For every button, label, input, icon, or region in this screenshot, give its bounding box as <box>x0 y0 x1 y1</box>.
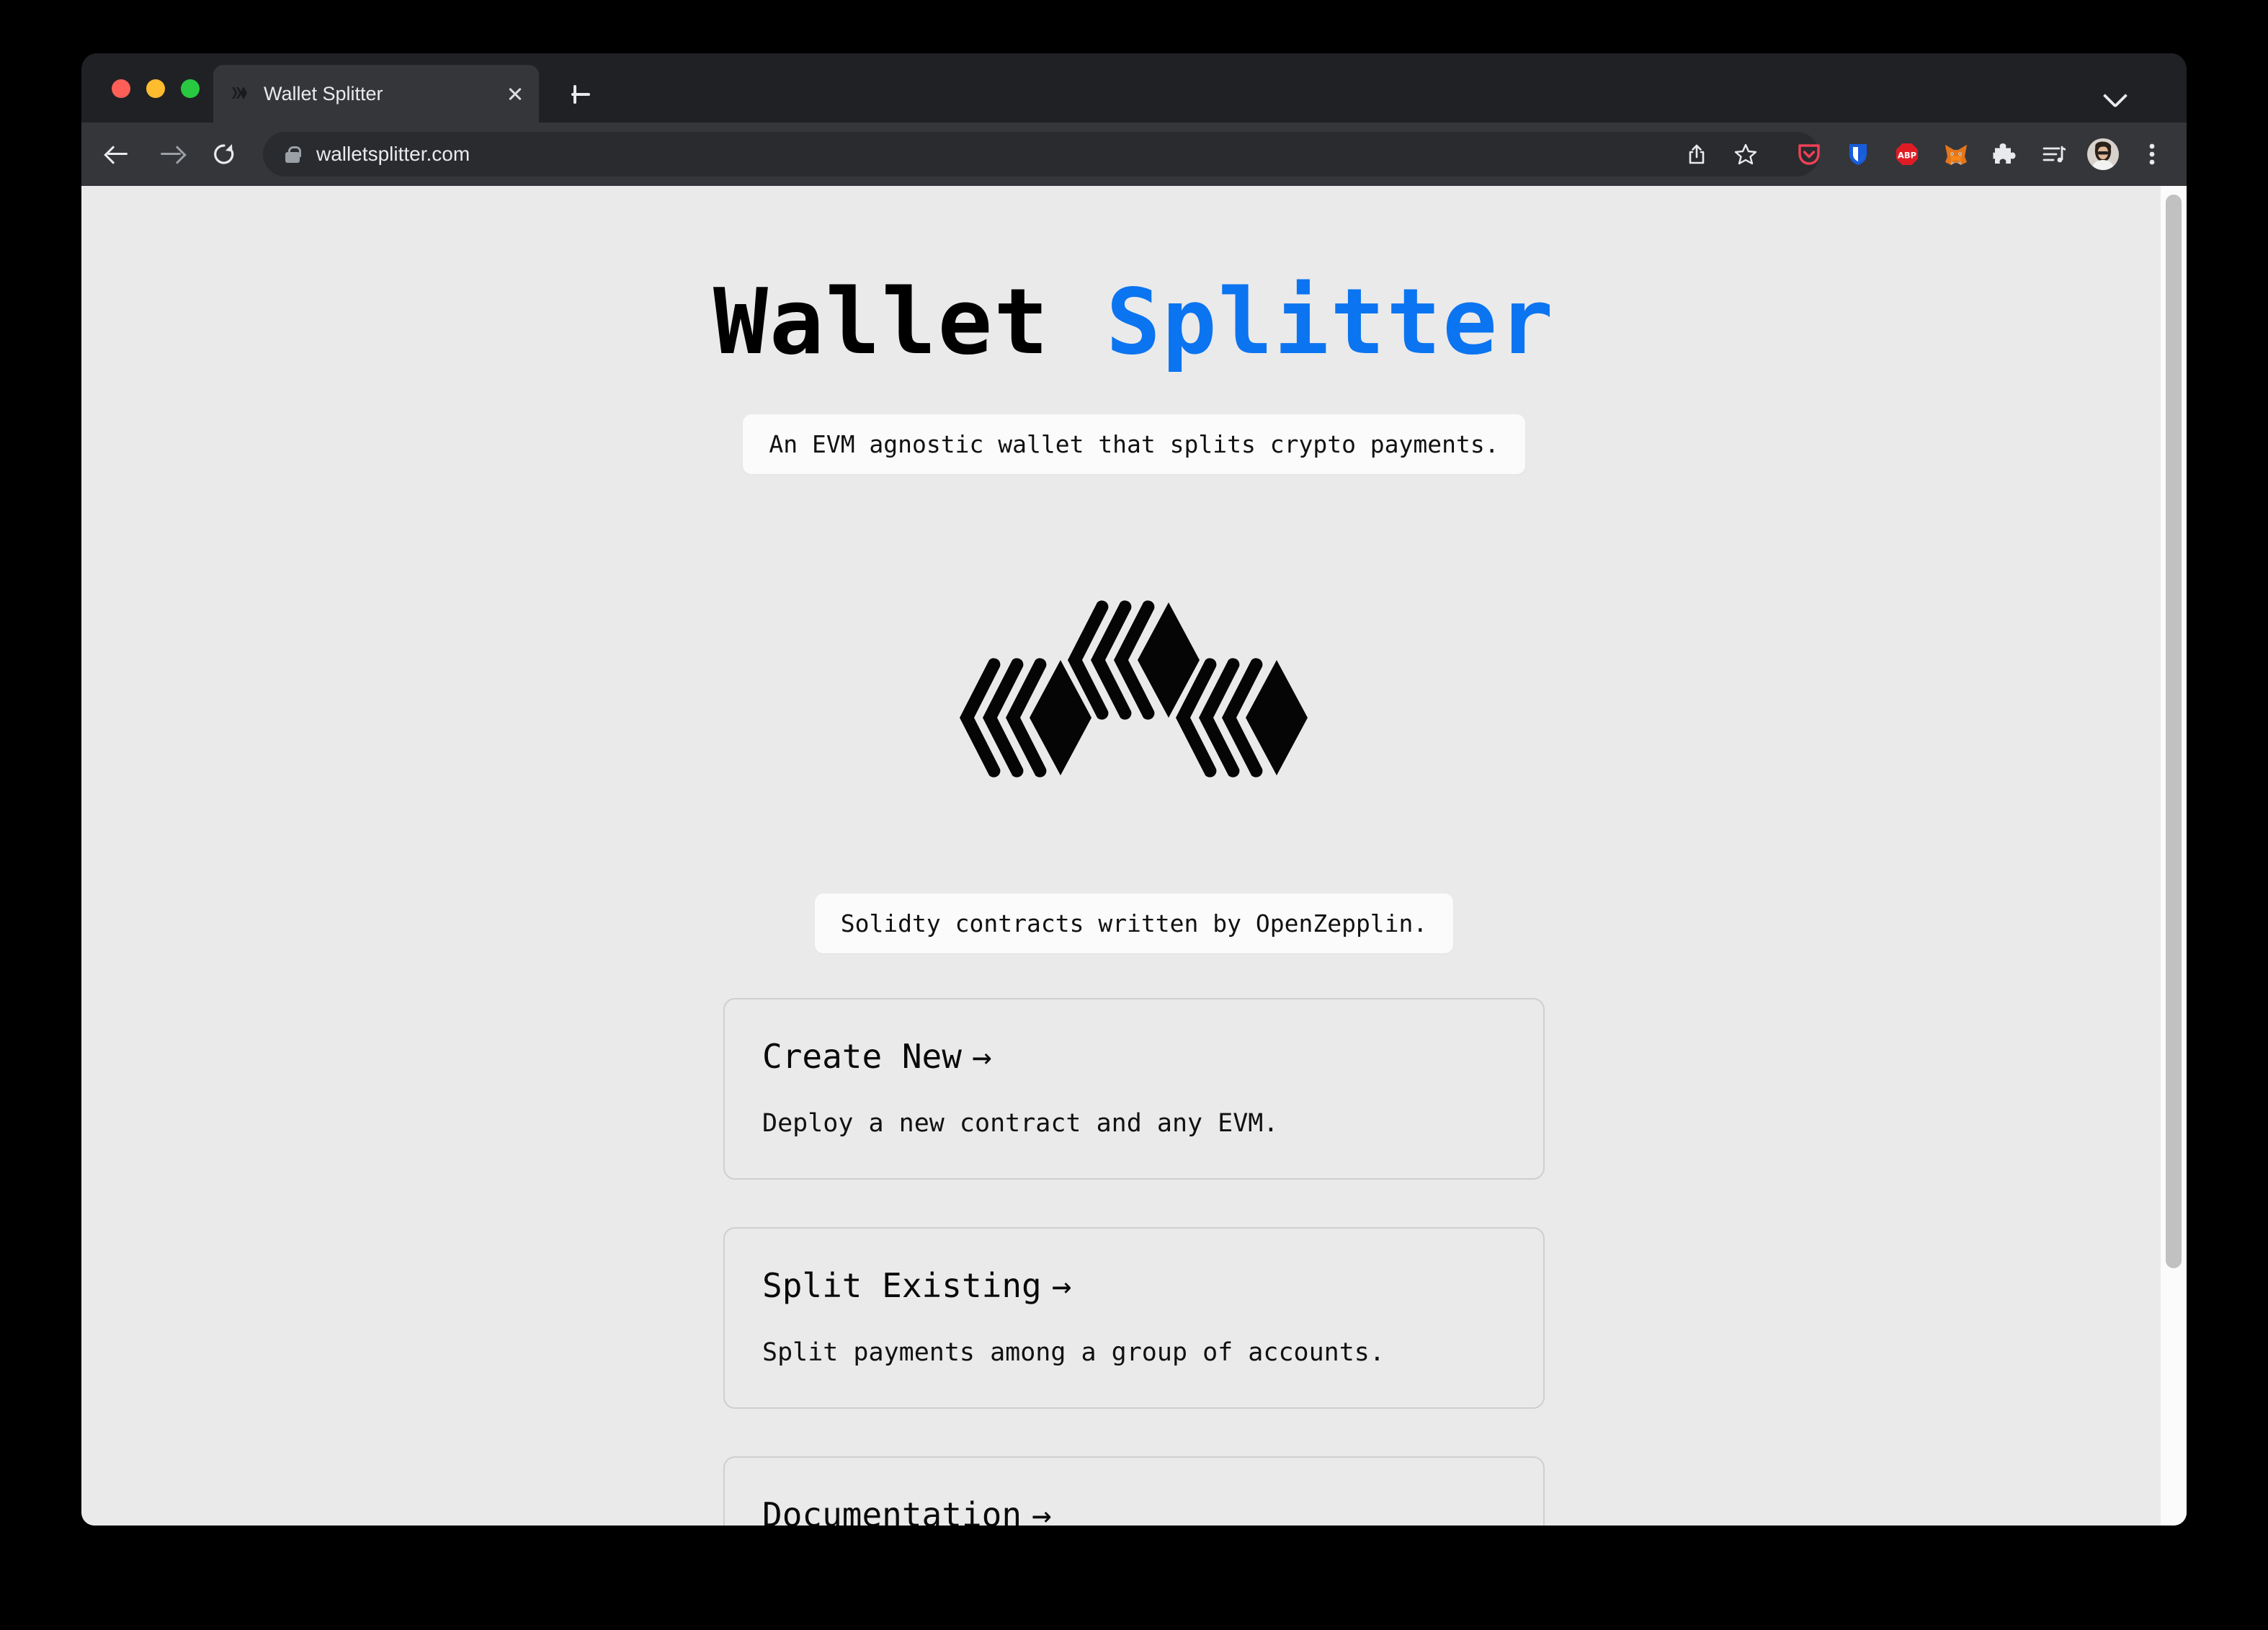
card-title-text: Create New <box>762 1036 962 1076</box>
new-tab-button[interactable] <box>566 79 596 110</box>
card-title: Create New → <box>762 1037 1506 1076</box>
page-title-primary: Wallet <box>713 269 1050 375</box>
back-button[interactable] <box>100 137 135 172</box>
card-documentation[interactable]: Documentation → <box>723 1456 1545 1526</box>
browser-tab[interactable]: Wallet Splitter <box>213 65 539 123</box>
avatar[interactable] <box>2083 134 2123 174</box>
share-bookmark-group <box>1668 133 1774 176</box>
page-title: Wallet Splitter <box>713 272 1555 373</box>
wallet-splitter-favicon <box>229 83 251 104</box>
tab-title: Wallet Splitter <box>264 82 383 104</box>
card-title: Documentation → <box>762 1495 1506 1526</box>
adblock-plus-extension-icon[interactable]: ABP <box>1887 134 1927 174</box>
card-title: Split Existing → <box>762 1266 1506 1305</box>
lock-icon <box>283 143 302 165</box>
card-create-new[interactable]: Create New → Deploy a new contract and an… <box>723 997 1545 1180</box>
bitwarden-extension-icon[interactable] <box>1838 134 1878 174</box>
page-title-accent: Splitter <box>1106 269 1555 375</box>
window-close-button[interactable] <box>112 79 130 98</box>
browser-toolbar: walletsplitter.com ABP <box>81 123 2187 186</box>
arrow-right-icon: → <box>1032 1495 1052 1526</box>
forward-button[interactable] <box>153 137 188 172</box>
reload-button[interactable] <box>207 137 241 172</box>
metamask-extension-icon[interactable] <box>1936 134 1976 174</box>
arrow-right-icon: → <box>971 1036 992 1076</box>
tab-close-icon[interactable] <box>503 81 527 106</box>
page-viewport: Wallet Splitter An EVM agnostic wallet t… <box>81 186 2187 1526</box>
wallet-splitter-logo <box>932 553 1336 813</box>
url-text: walletsplitter.com <box>316 143 470 165</box>
bookmark-star-icon[interactable] <box>1725 134 1766 174</box>
tagline-badge: An EVM agnostic wallet that splits crypt… <box>743 414 1525 474</box>
card-description: Split payments among a group of accounts… <box>762 1337 1385 1367</box>
browser-window: Wallet Splitter walletsplitter.com ABP W… <box>81 53 2187 1526</box>
more-menu-icon[interactable] <box>2132 134 2172 174</box>
window-traffic-lights <box>112 79 200 98</box>
card-description: Deploy a new contract and any EVM. <box>762 1108 1279 1138</box>
scrollbar-thumb[interactable] <box>2166 195 2182 1268</box>
svg-text:ABP: ABP <box>1898 151 1916 161</box>
page-scrollbar[interactable] <box>2161 186 2187 1526</box>
share-icon[interactable] <box>1677 134 1717 174</box>
tab-strip: Wallet Splitter <box>81 53 2187 123</box>
toolbar-actions: ABP <box>1668 123 2177 186</box>
card-title-text: Split Existing <box>762 1265 1042 1305</box>
address-bar[interactable]: walletsplitter.com <box>263 132 1819 177</box>
page-content: Wallet Splitter An EVM agnostic wallet t… <box>81 186 2187 1526</box>
nav-card-list: Create New → Deploy a new contract and an… <box>723 997 1545 1526</box>
extensions-puzzle-icon[interactable] <box>1985 134 2025 174</box>
chevron-down-icon[interactable] <box>2100 79 2129 108</box>
media-playlist-icon[interactable] <box>2034 134 2074 174</box>
credits-badge: Solidty contracts written by OpenZepplin… <box>814 893 1454 953</box>
pocket-extension-icon[interactable] <box>1789 134 1829 174</box>
card-title-text: Documentation <box>762 1495 1022 1526</box>
window-minimize-button[interactable] <box>146 79 165 98</box>
window-maximize-button[interactable] <box>181 79 200 98</box>
arrow-right-icon: → <box>1051 1265 1072 1305</box>
card-split-existing[interactable]: Split Existing → Split payments among a g… <box>723 1226 1545 1409</box>
